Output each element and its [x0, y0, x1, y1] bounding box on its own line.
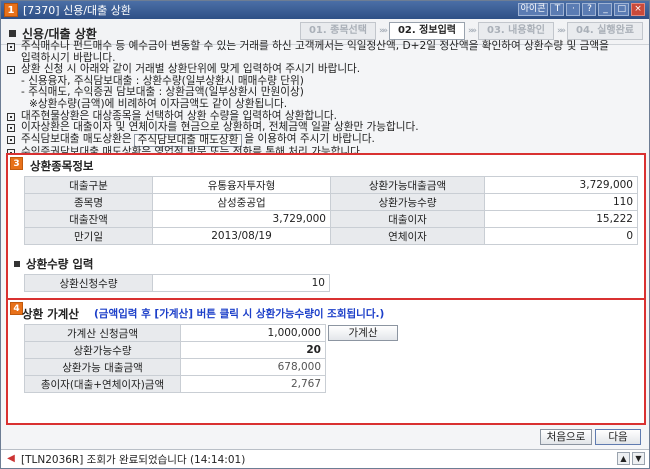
screen-icon-button[interactable]: 아이콘: [517, 3, 549, 16]
table-row: 가계산 신청금액 1,000,000: [24, 324, 326, 342]
window-controls: 아이콘 T · ? _ □ ×: [517, 3, 645, 16]
notice-item: 이자상환은 대출이자 및 연체이자를 현금으로 상환하며, 전체금액 일괄 상환…: [7, 122, 643, 134]
step-arrow-icon: »»: [378, 26, 388, 36]
square-bullet-icon: [9, 30, 16, 37]
window-title: [7370] 신용/대출 상환: [23, 4, 131, 17]
repayable-loan-amount-label: 상환가능대출금액: [330, 176, 485, 194]
step-arrow-icon: »»: [556, 26, 566, 36]
table-row: 상환가능수량 20: [24, 341, 326, 359]
step-2: 02. 정보입력: [388, 22, 465, 40]
repay-qty-label: 상환신청수량: [24, 274, 153, 292]
status-scroll: ▲ ▼: [617, 452, 645, 465]
square-bullet-icon: [14, 261, 20, 267]
calc-total-interest-label: 총이자(대출+연체이자)금액: [24, 375, 181, 393]
stock-name-value: 삼성중공업: [152, 193, 331, 211]
step-3: 03. 내용확인: [477, 22, 554, 40]
repayment-info-table: 대출구분 유통융자투자형 상환가능대출금액 3,729,000 종목명 삼성중공…: [24, 176, 638, 245]
notice-text: 을 이용하여 주시기 바랍니다.: [244, 132, 375, 145]
qty-section-title-text: 상환수량 입력: [26, 257, 94, 271]
repayable-qty-label: 상환가능수량: [330, 193, 485, 211]
title-bar: 1 [7370] 신용/대출 상환 아이콘 T · ? _ □ ×: [1, 1, 649, 19]
repayment-panel: 3 상환종목정보 대출구분 유통융자투자형 상환가능대출금액 3,729,000…: [6, 153, 646, 425]
go-first-button[interactable]: 처음으로: [540, 429, 592, 445]
qty-input-table: 상환신청수량 10: [24, 274, 330, 292]
calc-hint-text: (금액입력 후 [가계산] 버튼 클릭 시 상환가능수량이 조회됩니다.): [94, 308, 385, 320]
stock-loan-sell-repay-button[interactable]: 주식담보대출 매도상환: [133, 133, 243, 147]
repayable-loan-amount-value: 3,729,000: [484, 176, 638, 194]
overdue-interest-label: 연체이자: [330, 227, 485, 245]
overdue-interest-value: 0: [484, 227, 638, 245]
table-row: 총이자(대출+연체이자)금액 2,767: [24, 375, 326, 393]
window-number-badge: 1: [4, 3, 18, 17]
step-indicator: 01. 종목선택 »» 02. 정보입력 »» 03. 내용확인 »» 04. …: [299, 22, 643, 40]
calc-loan-amount-label: 상환가능 대출금액: [24, 358, 181, 376]
maturity-date-value: 2013/08/19: [152, 227, 331, 245]
repayable-qty-value: 110: [484, 193, 638, 211]
table-row: 종목명 삼성중공업 상환가능수량 110: [24, 193, 638, 211]
notice-item: 주식담보대출 매도상환은 주식담보대출 매도상환 을 이용하여 주시기 바랍니다.: [7, 132, 643, 147]
bullet-icon: [7, 112, 15, 121]
speaker-icon: ◀: [7, 453, 15, 464]
notice-list: 주식매수나 펀드매수 등 예수금이 변동할 수 있는 거래를 하신 고객께서는 …: [7, 40, 643, 158]
status-bar: ◀ [TLN2036R] 조회가 완료되었습니다 (14:14:01) ▲ ▼: [1, 449, 649, 468]
calc-total-interest-value: 2,767: [180, 375, 326, 393]
bullet-icon: [7, 43, 15, 51]
section-divider: [8, 298, 644, 300]
notice-item: 주식매수나 펀드매수 등 예수금이 변동할 수 있는 거래를 하신 고객께서는 …: [7, 40, 643, 53]
main-window: 1 [7370] 신용/대출 상환 아이콘 T · ? _ □ × 신용/대출 …: [0, 0, 650, 469]
scroll-up-icon[interactable]: ▲: [617, 452, 630, 465]
calc-section-title: 상환 가계산: [22, 307, 79, 321]
table-row: 만기일 2013/08/19 연체이자 0: [24, 227, 638, 245]
notice-text: 주식매수나 펀드매수 등 예수금이 변동할 수 있는 거래를 하신 고객께서는 …: [21, 40, 609, 52]
qty-section-title: 상환수량 입력: [14, 256, 93, 272]
maximize-button[interactable]: □: [614, 3, 629, 16]
loan-type-value: 유통융자투자형: [152, 176, 331, 194]
calc-qty-value: 20: [180, 341, 326, 359]
section-title: 상환종목정보: [30, 159, 94, 173]
notice-item: ※상환수량(금액)에 비례하여 이자금액도 같이 상환됩니다.: [7, 97, 643, 111]
minimize-button[interactable]: _: [598, 3, 613, 16]
next-button[interactable]: 다음: [595, 429, 641, 445]
loan-type-label: 대출구분: [24, 176, 153, 194]
table-row: 상환신청수량 10: [24, 274, 330, 292]
step-4: 04. 실행완료: [567, 22, 643, 40]
calc-qty-label: 상환가능수량: [24, 341, 181, 359]
calc-amount-label: 가계산 신청금액: [24, 324, 181, 342]
section-badge: 3: [10, 157, 23, 170]
close-button[interactable]: ×: [631, 3, 645, 16]
calculate-button[interactable]: 가계산: [328, 325, 398, 341]
loan-balance-value: 3,729,000: [152, 210, 331, 228]
maturity-date-label: 만기일: [24, 227, 153, 245]
table-row: 대출구분 유통융자투자형 상환가능대출금액 3,729,000: [24, 176, 638, 194]
bullet-icon: [7, 135, 15, 144]
notice-text: ※상환수량(금액)에 비례하여 이자금액도 같이 상환됩니다.: [29, 97, 288, 110]
loan-interest-label: 대출이자: [330, 210, 485, 228]
notice-text: 주식담보대출 매도상환은: [21, 132, 132, 145]
table-row: 상환가능 대출금액 678,000: [24, 358, 326, 376]
pin-button[interactable]: ·: [566, 3, 581, 16]
step-arrow-icon: »»: [467, 26, 477, 36]
scroll-down-icon[interactable]: ▼: [632, 452, 645, 465]
help-button[interactable]: ?: [582, 3, 597, 16]
stock-name-label: 종목명: [24, 193, 153, 211]
calc-table: 가계산 신청금액 1,000,000 상환가능수량 20 상환가능 대출금액 6…: [24, 324, 326, 393]
status-message: [TLN2036R] 조회가 완료되었습니다 (14:14:01): [21, 453, 246, 466]
calc-amount-input[interactable]: 1,000,000: [180, 324, 326, 342]
bullet-icon: [7, 124, 15, 133]
repay-qty-input[interactable]: 10: [152, 274, 330, 292]
table-row: 대출잔액 3,729,000 대출이자 15,222: [24, 210, 638, 228]
loan-interest-value: 15,222: [484, 210, 638, 228]
step-1: 01. 종목선택: [299, 22, 376, 40]
font-size-button[interactable]: T: [550, 3, 565, 16]
calc-loan-amount-value: 678,000: [180, 358, 326, 376]
loan-balance-label: 대출잔액: [24, 210, 153, 228]
bullet-icon: [7, 66, 15, 75]
notice-text: 이자상환은 대출이자 및 연체이자를 현금으로 상환하며, 전체금액 일괄 상환…: [21, 121, 419, 134]
